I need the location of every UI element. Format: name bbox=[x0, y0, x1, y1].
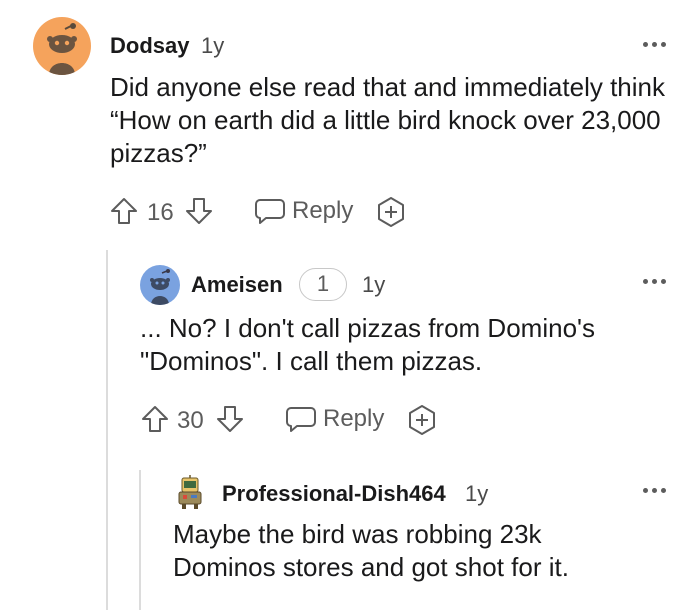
comment-bubble-icon bbox=[255, 199, 285, 224]
award-plus-icon bbox=[409, 405, 435, 435]
snoo-avatar-icon bbox=[47, 23, 77, 75]
upvote-button[interactable] bbox=[140, 404, 170, 434]
more-options-icon[interactable] bbox=[643, 279, 666, 284]
vote-count: 16 bbox=[147, 199, 174, 226]
reply-label: Reply bbox=[323, 405, 385, 432]
custom-avatar-icon bbox=[178, 475, 202, 509]
comment-text: Did anyone else read that and immediatel… bbox=[110, 72, 665, 168]
reply-button[interactable]: Reply bbox=[254, 196, 353, 226]
username[interactable]: Professional-Dish464 bbox=[222, 481, 446, 507]
more-options-icon[interactable] bbox=[643, 488, 666, 493]
comment-text: ... No? I don't call pizzas from Domino'… bbox=[140, 313, 595, 376]
more-options-icon[interactable] bbox=[643, 42, 666, 47]
avatar[interactable] bbox=[173, 474, 207, 510]
downvote-icon bbox=[217, 406, 243, 432]
upvote-icon bbox=[111, 198, 137, 224]
upvote-button[interactable] bbox=[109, 196, 139, 226]
award-button[interactable] bbox=[375, 196, 407, 228]
comment-bubble-icon bbox=[286, 407, 316, 432]
username[interactable]: Dodsay bbox=[110, 33, 189, 59]
reply-label: Reply bbox=[292, 197, 354, 224]
downvote-button[interactable] bbox=[184, 196, 214, 226]
snoo-avatar-icon bbox=[150, 269, 170, 305]
vote-count: 30 bbox=[177, 407, 204, 434]
downvote-icon bbox=[186, 198, 212, 224]
avatar[interactable] bbox=[140, 265, 180, 305]
reply-button[interactable]: Reply bbox=[285, 404, 384, 434]
award-button[interactable] bbox=[406, 404, 438, 436]
username[interactable]: Ameisen bbox=[191, 272, 283, 298]
thread-line[interactable] bbox=[139, 470, 141, 610]
comment-age: 1y bbox=[201, 33, 225, 58]
comment-age: 1y bbox=[362, 272, 386, 297]
award-plus-icon bbox=[378, 197, 404, 227]
avatar[interactable] bbox=[33, 17, 91, 75]
thread-line[interactable] bbox=[106, 250, 108, 610]
comment-text: Maybe the bird was robbing 23k Dominos s… bbox=[173, 519, 569, 582]
upvote-icon bbox=[142, 406, 168, 432]
comment-age: 1y bbox=[465, 481, 489, 506]
downvote-button[interactable] bbox=[215, 404, 245, 434]
flair-badge: 1 bbox=[299, 268, 347, 301]
